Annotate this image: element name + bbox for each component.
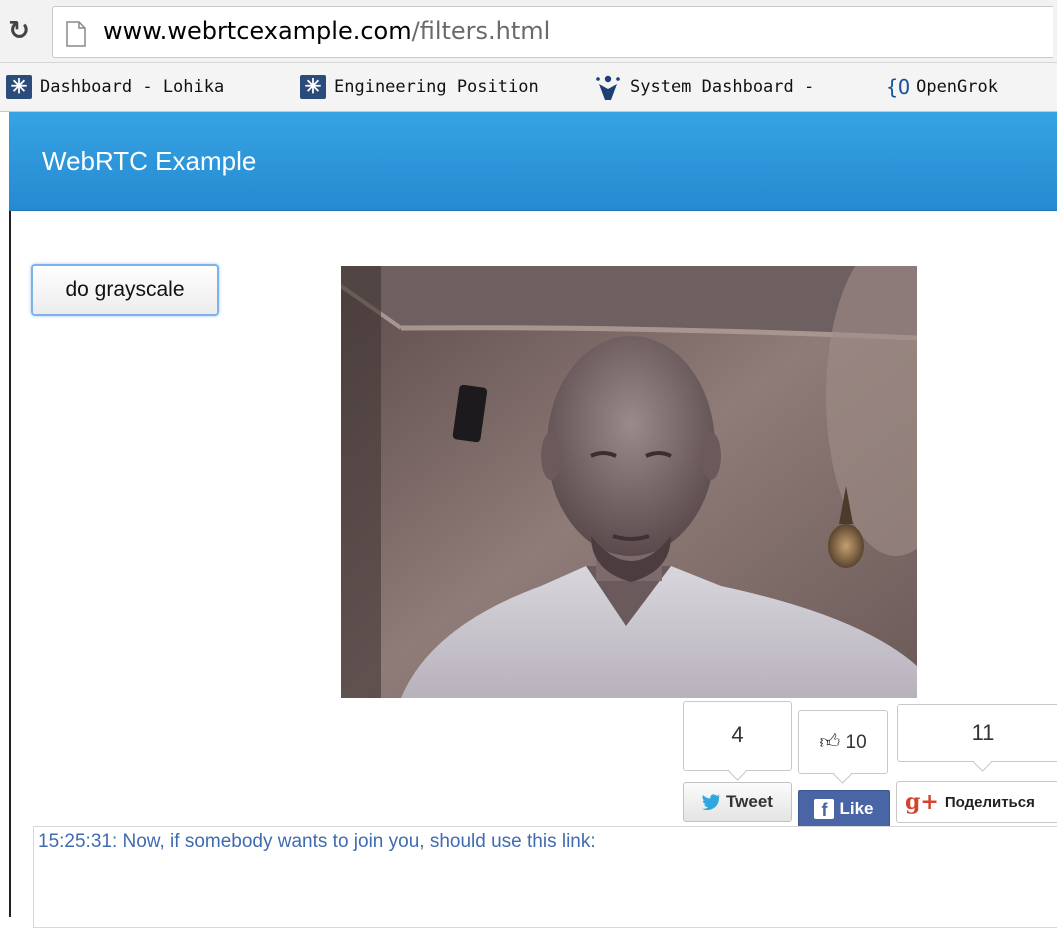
window-edge [0, 112, 11, 917]
confluence-icon [596, 75, 620, 100]
gplus-count-bubble: 11 [897, 704, 1057, 772]
google-plus-icon: g+ [905, 789, 939, 815]
tweet-button[interactable]: Tweet [683, 782, 792, 822]
tweet-count-bubble: 4 [683, 701, 792, 781]
do-grayscale-button[interactable]: do grayscale [31, 264, 219, 316]
url-text: www.webrtcexample.com/filters.html [103, 17, 550, 45]
bookmark-label: System Dashboard - [630, 77, 815, 97]
bookmarks-bar: ✳ Dashboard - Lohika ✳ Engineering Posit… [0, 63, 1057, 112]
log-area[interactable]: 15:25:31: Now, if somebody wants to join… [33, 826, 1057, 928]
app-header: WebRTC Example [9, 112, 1057, 211]
facebook-icon: f [814, 799, 835, 820]
opengrok-icon: {O [886, 75, 911, 99]
log-line: 15:25:31: Now, if somebody wants to join… [38, 831, 596, 852]
fb-count-bubble: 👍︎ 10 [798, 710, 888, 784]
url-field[interactable]: www.webrtcexample.com/filters.html [52, 6, 1053, 58]
fb-like-label: Like [839, 799, 874, 818]
bookmark-engineering-position[interactable]: ✳ Engineering Position [300, 73, 565, 101]
bookmark-system-dashboard[interactable]: System Dashboard - [594, 73, 856, 101]
jira-icon: ✳ [300, 75, 326, 99]
video-stream [341, 266, 917, 698]
bubble-pointer [727, 762, 747, 781]
reload-icon[interactable]: ↻ [4, 14, 34, 48]
fb-like-button[interactable]: f Like [798, 790, 890, 828]
bookmark-label: OpenGrok [916, 77, 998, 97]
gplus-share-label: Поделиться [944, 793, 1035, 811]
twitter-bird-icon [702, 794, 722, 810]
address-bar: ↻ www.webrtcexample.com/filters.html [0, 0, 1057, 63]
tweet-label: Tweet [726, 792, 773, 811]
app-title[interactable]: WebRTC Example [42, 146, 256, 177]
jira-icon: ✳ [6, 75, 32, 99]
gplus-share-button[interactable]: g+ Поделиться [896, 781, 1057, 823]
gplus-count: 11 [971, 720, 995, 745]
url-path: /filters.html [411, 17, 551, 45]
bookmark-opengrok[interactable]: {O OpenGrok [886, 73, 1046, 101]
bookmark-label: Dashboard - Lohika [40, 77, 225, 97]
bubble-pointer [833, 765, 852, 784]
bubble-pointer [973, 753, 992, 772]
thumbs-up-icon: 👍︎ [819, 731, 841, 753]
page-icon [66, 21, 86, 47]
bookmark-label: Engineering Position [334, 77, 539, 97]
url-host: www.webrtcexample.com [103, 17, 412, 45]
fb-like-count: 10 [845, 732, 867, 753]
bookmark-dashboard-lohika[interactable]: ✳ Dashboard - Lohika [6, 73, 268, 101]
tweet-count: 4 [731, 722, 744, 747]
